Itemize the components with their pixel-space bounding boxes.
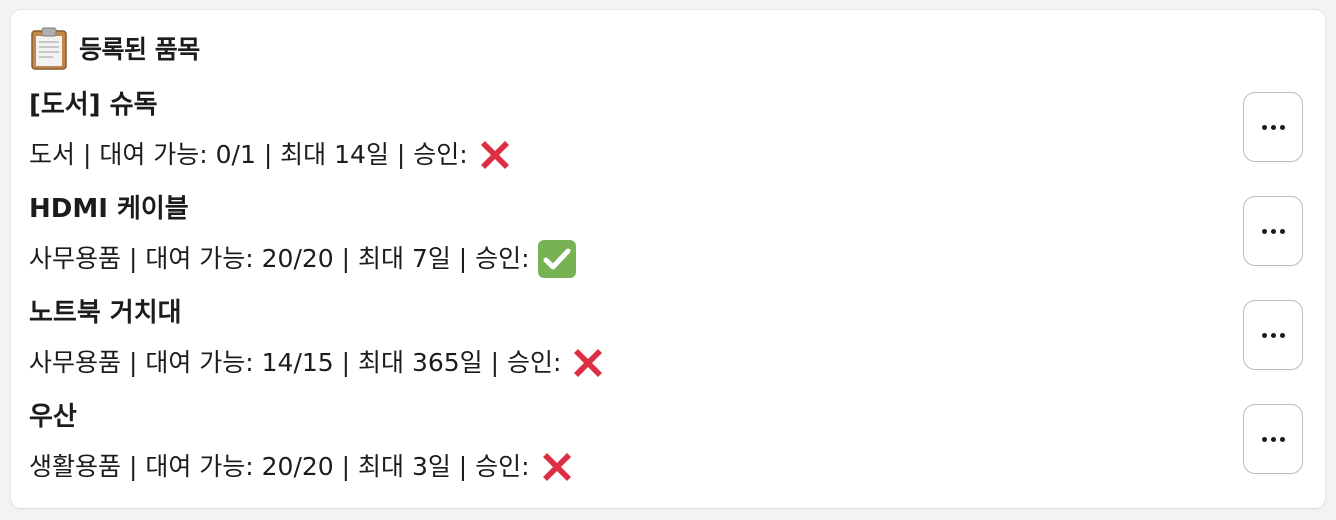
- clipboard-icon: [29, 26, 69, 70]
- item-meta: 생활용품 | 대여 가능: 20/20 | 최대 3일 | 승인:: [29, 446, 578, 488]
- more-options-button[interactable]: [1243, 404, 1303, 474]
- cross-mark-icon: [567, 342, 609, 384]
- item-meta-text: 사무용품 | 대여 가능: 14/15 | 최대 365일 | 승인:: [29, 348, 562, 377]
- card-header: 등록된 품목: [29, 26, 200, 70]
- item-meta: 사무용품 | 대여 가능: 14/15 | 최대 365일 | 승인:: [29, 342, 609, 384]
- item-meta: 도서 | 대여 가능: 0/1 | 최대 14일 | 승인:: [29, 134, 516, 176]
- item-name: 우산: [29, 402, 77, 432]
- list-item: HDMI 케이블 사무용품 | 대여 가능: 20/20 | 최대 7일 | 승…: [29, 192, 1307, 284]
- ellipsis-icon: [1261, 332, 1285, 338]
- ellipsis-icon: [1261, 228, 1285, 234]
- item-name: HDMI 케이블: [29, 194, 189, 224]
- item-meta: 사무용품 | 대여 가능: 20/20 | 최대 7일 | 승인:: [29, 238, 578, 280]
- cross-mark-icon: [536, 446, 578, 488]
- ellipsis-icon: [1261, 124, 1285, 130]
- cross-mark-icon: [474, 134, 516, 176]
- more-options-button[interactable]: [1243, 300, 1303, 370]
- item-meta-text: 사무용품 | 대여 가능: 20/20 | 최대 7일 | 승인:: [29, 244, 530, 273]
- list-item: 우산 생활용품 | 대여 가능: 20/20 | 최대 3일 | 승인:: [29, 400, 1307, 492]
- item-name: [도서] 슈독: [29, 90, 158, 120]
- item-name: 노트북 거치대: [29, 298, 182, 328]
- item-meta-text: 도서 | 대여 가능: 0/1 | 최대 14일 | 승인:: [29, 140, 468, 169]
- check-mark-icon: [536, 238, 578, 280]
- list-item: 노트북 거치대 사무용품 | 대여 가능: 14/15 | 최대 365일 | …: [29, 296, 1307, 388]
- more-options-button[interactable]: [1243, 196, 1303, 266]
- ellipsis-icon: [1261, 436, 1285, 442]
- more-options-button[interactable]: [1243, 92, 1303, 162]
- list-item: [도서] 슈독 도서 | 대여 가능: 0/1 | 최대 14일 | 승인:: [29, 88, 1307, 180]
- item-meta-text: 생활용품 | 대여 가능: 20/20 | 최대 3일 | 승인:: [29, 452, 530, 481]
- registered-items-card: 등록된 품목 [도서] 슈독 도서 | 대여 가능: 0/1 | 최대 14일 …: [11, 10, 1325, 508]
- page-title: 등록된 품목: [79, 35, 200, 64]
